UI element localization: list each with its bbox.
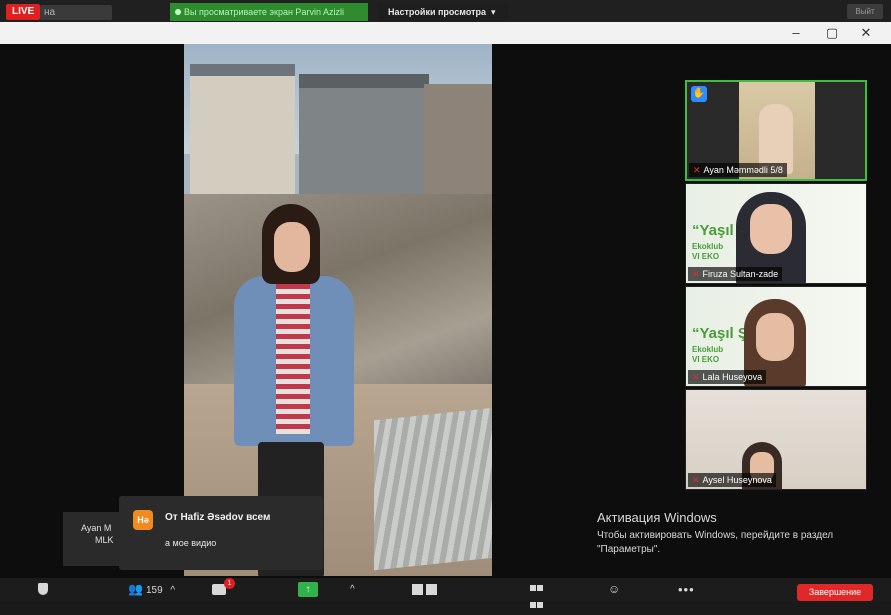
participants-icon: 👥 <box>128 582 143 596</box>
minimize-button[interactable]: – <box>781 24 811 42</box>
top-right-button[interactable]: Выйт <box>847 4 883 19</box>
participant-thumbnails: ✋ ✕ Ayan Məmmədli 5/8 “Yaşıl Ş Ekoklub VI… <box>685 80 867 490</box>
chat-message: а мое видио <box>165 538 217 548</box>
participants-count: 159 <box>145 585 163 596</box>
meeting-toolbar: 👥 159 ^ 1 ↑ ^ ☺ ••• Завершение <box>0 578 891 608</box>
chat-preview-behind: Ayan M MLK <box>63 512 125 566</box>
tile-person-face <box>750 204 792 254</box>
participant-name-label: Lala Huseyova <box>702 372 763 382</box>
view-settings-button[interactable]: Настройки просмотра ▾ <box>378 3 508 21</box>
more-icon[interactable]: ••• <box>678 581 698 598</box>
maximize-button[interactable]: ▢ <box>817 24 847 42</box>
chat-sender: От Hafiz Əsədov всем <box>165 512 271 523</box>
mic-muted-icon: ✕ <box>692 475 700 485</box>
participant-name: ✕ Aysel Huseynova <box>688 473 776 487</box>
screen-share-status: Вы просматриваете экран Parvin Azizli <box>170 3 368 21</box>
close-button[interactable]: ✕ <box>851 24 881 42</box>
participant-tile[interactable]: “Yaşıl Ş Ekoklub VI EKO ✕ Lala Huseyova <box>685 286 867 387</box>
tile-banner-sub: Ekoklub VI EKO <box>692 345 724 364</box>
chevron-down-icon: ▾ <box>491 7 496 17</box>
video-metal-sheet <box>374 407 492 571</box>
activation-text: Чтобы активировать Windows, перейдите в … <box>597 530 834 555</box>
pause-record-icon <box>412 583 423 595</box>
participant-name-label: Aysel Huseynova <box>702 475 772 485</box>
participant-name: ✕ Firuza Sultan-zade <box>688 267 783 281</box>
gallery-icon[interactable] <box>530 581 544 608</box>
tile-banner-sub: Ekoklub VI EKO <box>692 242 724 261</box>
mic-muted-icon: ✕ <box>693 165 701 175</box>
video-person-face <box>274 222 310 272</box>
chevron-up-icon[interactable]: ^ <box>170 585 175 596</box>
shield-icon[interactable] <box>36 581 50 598</box>
windows-activation-watermark: Активация Windows Чтобы активировать Win… <box>597 510 867 557</box>
view-settings-label: Настройки просмотра <box>388 7 487 17</box>
chat-button[interactable]: 1 <box>212 578 235 598</box>
share-screen-icon[interactable]: ↑ <box>298 582 318 597</box>
window-title-bar: – ▢ ✕ <box>0 22 891 44</box>
chat-badge: 1 <box>224 578 235 589</box>
participant-tile[interactable]: ✕ Aysel Huseynova <box>685 389 867 490</box>
participant-name-label: Ayan Məmmədli 5/8 <box>703 165 783 175</box>
meeting-stage: ✋ ✕ Ayan Məmmədli 5/8 “Yaşıl Ş Ekoklub VI… <box>0 44 891 578</box>
avatar: Hə <box>133 510 153 530</box>
raise-hand-icon: ✋ <box>691 86 707 102</box>
mic-muted-icon: ✕ <box>692 269 700 279</box>
participants-button[interactable]: 👥 159 ^ <box>128 581 188 598</box>
tile-banner-text: “Yaşıl Ş <box>692 325 748 342</box>
participant-tile[interactable]: “Yaşıl Ş Ekoklub VI EKO ✕ Firuza Sultan-z… <box>685 183 867 284</box>
mic-muted-icon: ✕ <box>692 372 700 382</box>
reaction-icon[interactable]: ☺ <box>608 581 622 598</box>
record-button[interactable] <box>412 581 442 598</box>
live-target-dropdown[interactable]: на Facebook▾ <box>40 5 112 33</box>
activation-title: Активация Windows <box>597 510 717 525</box>
stop-record-icon <box>426 583 437 595</box>
share-status-label: Вы просматриваете экран Parvin Azizli <box>184 7 344 17</box>
live-badge[interactable]: LIVE <box>6 4 41 20</box>
video-building <box>190 64 295 204</box>
participant-name-label: Firuza Sultan-zade <box>702 269 779 279</box>
meeting-top-bar: LIVE на Facebook▾ Вы просматриваете экра… <box>0 0 891 33</box>
chat-notification[interactable]: Hə От Hafiz Əsədov всем а мое видио <box>119 496 323 570</box>
share-indicator-icon <box>175 9 181 15</box>
chevron-up-icon[interactable]: ^ <box>350 581 360 598</box>
video-person-shirt <box>276 284 310 434</box>
participant-name: ✕ Ayan Məmmədli 5/8 <box>689 163 787 177</box>
end-meeting-button[interactable]: Завершение <box>797 584 873 601</box>
participant-tile[interactable]: ✋ ✕ Ayan Məmmədli 5/8 <box>685 80 867 181</box>
tile-person-face <box>756 313 794 361</box>
video-building <box>299 74 429 204</box>
participant-name: ✕ Lala Huseyova <box>688 370 767 384</box>
